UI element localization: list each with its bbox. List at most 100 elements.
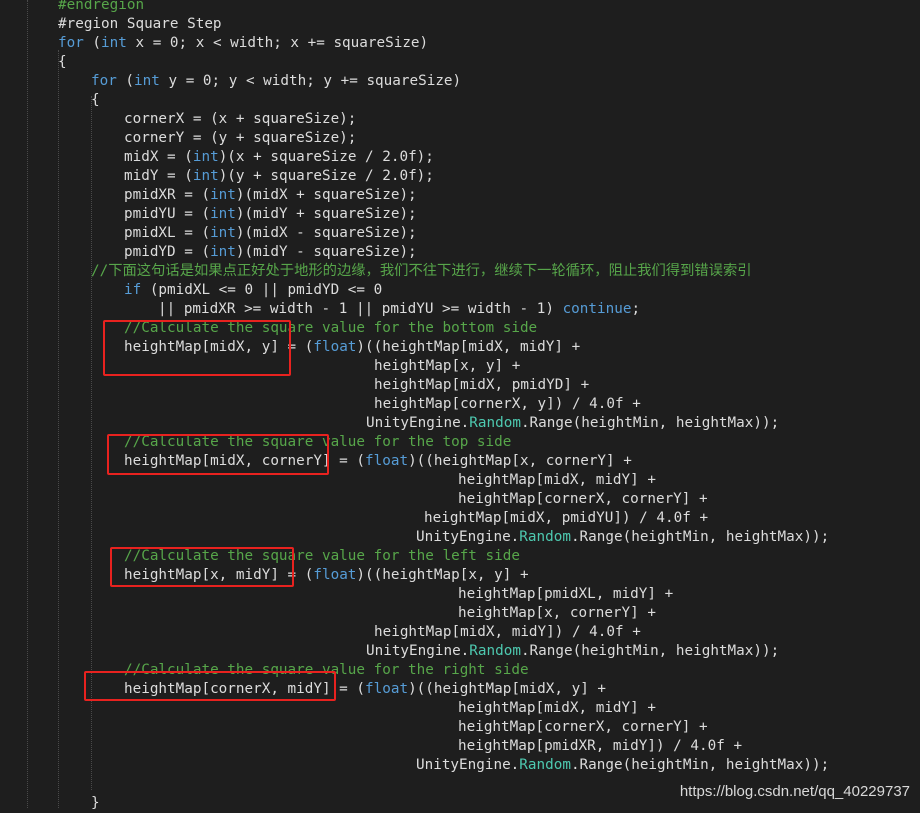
code-line: for (int y = 0; y < width; y += squareSi… [91,72,461,91]
code-token: heightMap[x, cornerY] + [458,605,656,621]
code-line: pmidXR = (int)(midX + squareSize); [124,186,417,205]
code-comment: #endregion [58,0,145,13]
code-token: heightMap[midX, pmidYU]) / 4.0f + [424,510,709,526]
code-token: )((heightMap[x, cornerY] + [408,453,632,469]
code-keyword: continue [562,301,632,317]
code-keyword: float [313,567,357,583]
code-line: } [91,794,100,813]
code-token: )((heightMap[midX, y] + [408,681,607,697]
code-line: heightMap[midX, midY] + [458,471,656,490]
code-line: #region Square Step [58,15,222,34]
code-line: heightMap[cornerX, cornerY] + [458,490,708,509]
code-line: pmidYU = (int)(midY + squareSize); [124,205,417,224]
code-token: heightMap[pmidXL, midY] + [458,586,674,602]
code-line: heightMap[midX, midY]) / 4.0f + [374,623,641,642]
highlight-box [84,671,336,701]
code-token: { [58,54,67,70]
code-line: if (pmidXL <= 0 || pmidYD <= 0 [124,281,382,300]
code-line: #endregion [58,0,144,15]
code-token: ( [83,35,102,51]
code-type: Random [519,757,571,773]
code-line: UnityEngine.Random.Range(heightMin, heig… [366,414,779,433]
code-type: Random [519,529,571,545]
code-keyword: float [365,681,409,697]
highlight-box [110,547,294,587]
code-token: heightMap[midX, midY] + [458,472,656,488]
code-keyword: int [192,149,219,165]
code-token: UnityEngine. [416,757,520,773]
code-token: y = 0; y < width; y += squareSize) [159,73,462,89]
code-keyword: int [210,244,236,260]
code-line: midY = (int)(y + squareSize / 2.0f); [124,167,434,186]
code-token: )(midX + squareSize); [235,187,417,203]
code-keyword: int [134,73,160,89]
code-keyword: int [210,225,236,241]
code-line: heightMap[cornerX, cornerY] + [458,718,708,737]
code-token: pmidYU = ( [124,206,211,222]
code-token: pmidYD = ( [124,244,211,260]
code-token: (pmidXL <= 0 || pmidYD <= 0 [141,282,383,298]
code-token: )(x + squareSize / 2.0f); [218,149,434,165]
highlight-box [103,320,291,376]
code-keyword: int [101,35,127,51]
code-keyword: if [124,282,142,298]
code-token: )(midY - squareSize); [235,244,417,260]
code-line: heightMap[midX, pmidYD] + [374,376,589,395]
code-token: heightMap[midX, midY] + [458,700,656,716]
code-comment: //下面这句话是如果点正好处于地形的边缘，我们不往下进行，继续下一轮循环，阻止我… [91,263,752,279]
code-token: heightMap[cornerX, cornerY] + [458,719,708,735]
code-line: UnityEngine.Random.Range(heightMin, heig… [416,528,829,547]
highlight-box [107,434,329,475]
code-line: cornerY = (y + squareSize); [124,129,356,148]
code-type: Random [469,415,521,431]
code-token: { [91,92,100,108]
indent-guide [27,0,28,808]
code-token: heightMap[pmidXR, midY]) / 4.0f + [458,738,743,754]
code-line: UnityEngine.Random.Range(heightMin, heig… [416,756,829,775]
code-token: heightMap[midX, pmidYD] + [374,377,590,393]
code-token: cornerX = (x + squareSize); [124,111,357,127]
code-keyword: for [58,35,84,51]
code-token: midY = ( [124,168,193,184]
code-line: { [91,91,100,110]
code-token: x = 0; x < width; x += squareSize) [126,35,429,51]
code-line: heightMap[pmidXR, midY]) / 4.0f + [458,737,742,756]
code-token: heightMap[x, y] + [374,358,521,374]
code-token: pmidXL = ( [124,225,211,241]
csdn-watermark: https://blog.csdn.net/qq_40229737 [679,783,910,800]
code-token: #region Square Step [58,16,222,32]
code-token: ( [116,73,135,89]
code-token: UnityEngine. [366,643,470,659]
code-token: .Range(heightMin, heightMax)); [570,529,830,545]
code-token: cornerY = (y + squareSize); [124,130,357,146]
code-token: )(y + squareSize / 2.0f); [218,168,434,184]
code-token: .Range(heightMin, heightMax)); [520,415,780,431]
code-line: pmidXL = (int)(midX - squareSize); [124,224,417,243]
code-token: heightMap[cornerX, cornerY] + [458,491,708,507]
code-line: heightMap[midX, midY] + [458,699,656,718]
code-token: )((heightMap[midX, midY] + [356,339,581,355]
code-token: )(midX - squareSize); [235,225,417,241]
code-token: .Range(heightMin, heightMax)); [520,643,780,659]
code-line: heightMap[x, cornerY] + [458,604,656,623]
code-editor[interactable]: #endregion #region Square Step for (int x … [0,0,920,811]
code-line: heightMap[midX, pmidYU]) / 4.0f + [424,509,708,528]
code-token: UnityEngine. [416,529,520,545]
code-keyword: int [192,168,219,184]
code-token: .Range(heightMin, heightMax)); [570,757,830,773]
code-token: )(midY + squareSize); [235,206,417,222]
code-line: pmidYD = (int)(midY - squareSize); [124,243,417,262]
code-keyword: float [313,339,357,355]
code-token: midX = ( [124,149,193,165]
code-line: { [58,53,67,72]
code-line: //下面这句话是如果点正好处于地形的边缘，我们不往下进行，继续下一轮循环，阻止我… [91,262,752,281]
code-token: || pmidXR >= width - 1 || pmidYU >= widt… [158,301,563,317]
code-line: for (int x = 0; x < width; x += squareSi… [58,34,428,53]
code-keyword: int [210,187,236,203]
code-line: || pmidXR >= width - 1 || pmidYU >= widt… [158,300,640,319]
code-line: heightMap[cornerX, y]) / 4.0f + [374,395,641,414]
indent-guide [58,50,59,808]
code-type: Random [469,643,521,659]
code-keyword: float [365,453,409,469]
code-token: heightMap[cornerX, y]) / 4.0f + [374,396,641,412]
